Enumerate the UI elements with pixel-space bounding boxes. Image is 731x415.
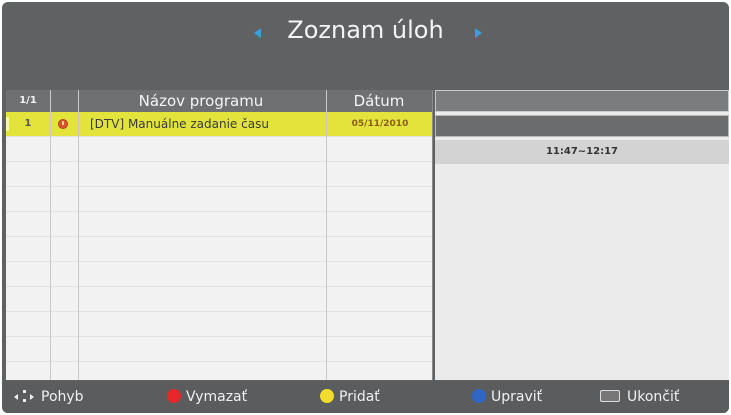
empty-row[interactable] [6, 187, 433, 212]
column-header-date: Dátum [353, 92, 405, 110]
footer-legend: Pohyb Vymazať Pridať Upraviť Ukončiť [2, 381, 729, 413]
empty-row[interactable] [6, 212, 433, 237]
program-date: 05/11/2010 [351, 119, 409, 129]
exit-key-icon [600, 390, 620, 402]
empty-row[interactable] [6, 137, 433, 162]
page-title: Zoznam úloh [287, 16, 444, 44]
empty-row[interactable] [6, 237, 433, 262]
empty-row[interactable] [6, 262, 433, 287]
task-list-screen: Zoznam úloh 1/1 Názov programu Dátum 1 [D… [2, 2, 729, 413]
header: Zoznam úloh [2, 2, 729, 88]
move-label: Pohyb [41, 389, 84, 405]
blue-key-icon [472, 389, 486, 403]
timer-icon [58, 119, 68, 129]
empty-row[interactable] [6, 162, 433, 187]
move-hint: Pohyb [14, 381, 84, 413]
column-divider [326, 90, 327, 380]
column-divider [50, 90, 51, 380]
program-name: [DTV] Manuálne zadanie času [90, 117, 269, 131]
empty-row[interactable] [6, 337, 433, 362]
red-key-icon [167, 389, 181, 403]
exit-hint[interactable]: Ukončiť [600, 381, 679, 413]
delete-label: Vymazať [186, 389, 248, 405]
edit-hint[interactable]: Upraviť [472, 381, 542, 413]
table-header: 1/1 Názov programu Dátum [6, 90, 433, 112]
add-label: Pridať [339, 389, 380, 405]
empty-row[interactable] [6, 287, 433, 312]
task-table: 1/1 Názov programu Dátum 1 [DTV] Manuálne… [6, 90, 433, 380]
yellow-key-icon [320, 389, 334, 403]
details-bar [435, 115, 729, 137]
page-indicator: 1/1 [19, 95, 37, 106]
empty-row[interactable] [6, 312, 433, 337]
empty-row[interactable] [6, 362, 433, 380]
details-bar [435, 90, 729, 112]
column-header-name: Názov programu [138, 92, 264, 110]
column-divider [432, 90, 433, 380]
delete-hint[interactable]: Vymazať [167, 381, 247, 413]
add-hint[interactable]: Pridať [320, 381, 380, 413]
arrow-right-icon[interactable] [475, 28, 482, 38]
table-row[interactable]: 1 [DTV] Manuálne zadanie času 05/11/2010 [6, 112, 433, 137]
time-range: 11:47~12:17 [435, 140, 729, 164]
edit-label: Upraviť [491, 389, 543, 405]
details-panel: 11:47~12:17 [435, 90, 729, 380]
exit-label: Ukončiť [627, 389, 680, 405]
navigation-arrows-icon [14, 390, 36, 402]
row-number: 1 [24, 118, 32, 129]
column-divider [78, 90, 79, 380]
